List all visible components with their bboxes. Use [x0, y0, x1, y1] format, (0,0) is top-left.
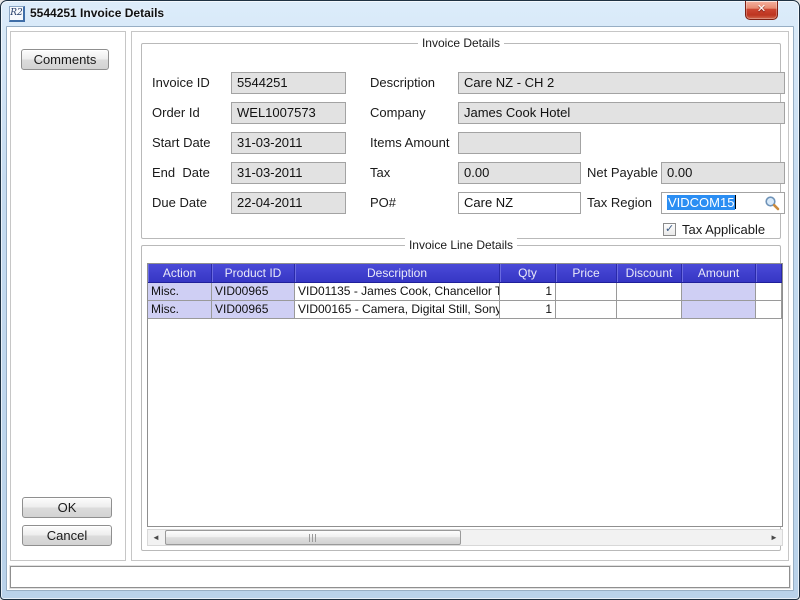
column-header-qty[interactable]: Qty: [500, 264, 556, 282]
comments-button[interactable]: Comments: [21, 49, 109, 70]
due-date-field: 22-04-2011: [231, 192, 346, 214]
scroll-left-icon[interactable]: ◄: [148, 530, 164, 545]
cell-discount[interactable]: [617, 283, 682, 301]
start-date-label: Start Date: [152, 132, 230, 154]
invoice-line-details-legend: Invoice Line Details: [405, 238, 517, 252]
cell-extra: [756, 283, 782, 301]
column-header-price[interactable]: Price: [556, 264, 617, 282]
invoice-id-field: 5544251: [231, 72, 346, 94]
dialog-client-area: Comments OK Cancel Invoice Details Invoi…: [6, 26, 794, 591]
titlebar[interactable]: R2 5544251 Invoice Details ✕: [1, 1, 799, 26]
window-title: 5544251 Invoice Details: [30, 1, 164, 26]
ok-button[interactable]: OK: [22, 497, 112, 518]
cell-qty[interactable]: 1: [500, 283, 556, 301]
invoice-details-window: R2 5544251 Invoice Details ✕ Comments OK…: [0, 0, 800, 600]
items-amount-field: [458, 132, 581, 154]
grid-row-2[interactable]: Misc. VID00965 VID00165 - Camera, Digita…: [148, 301, 782, 319]
invoice-line-details-group: Invoice Line Details Action Product ID D…: [141, 245, 781, 551]
due-date-label: Due Date: [152, 192, 230, 214]
end-date-label: End Date: [152, 162, 230, 184]
cell-product-id[interactable]: VID00965: [212, 283, 295, 301]
items-amount-label: Items Amount: [370, 132, 458, 154]
cell-amount[interactable]: [682, 283, 756, 301]
tax-region-selected-text: VIDCOM15: [667, 195, 735, 210]
net-payable-field: 0.00: [661, 162, 785, 184]
tax-region-field[interactable]: VIDCOM15: [661, 192, 785, 214]
cell-qty[interactable]: 1: [500, 301, 556, 319]
description-label: Description: [370, 72, 458, 94]
cancel-button[interactable]: Cancel: [22, 525, 112, 546]
column-header-description[interactable]: Description: [295, 264, 500, 282]
column-header-product-id[interactable]: Product ID: [212, 264, 295, 282]
tax-label: Tax: [370, 162, 458, 184]
app-icon: R2: [9, 6, 25, 22]
end-date-field: 31-03-2011: [231, 162, 346, 184]
tax-region-label: Tax Region: [587, 192, 661, 214]
company-field: James Cook Hotel: [458, 102, 785, 124]
cell-action[interactable]: Misc.: [148, 283, 212, 301]
grid-header-row: Action Product ID Description Qty Price …: [148, 264, 782, 283]
close-button[interactable]: ✕: [745, 1, 778, 20]
cell-description[interactable]: VID01135 - James Cook, Chancellor T...: [295, 283, 500, 301]
column-header-action[interactable]: Action: [148, 264, 212, 282]
net-payable-label: Net Payable: [587, 162, 661, 184]
left-panel: Comments OK Cancel: [10, 31, 126, 561]
cell-amount[interactable]: [682, 301, 756, 319]
invoice-id-label: Invoice ID: [152, 72, 230, 94]
text-caret: [735, 195, 736, 209]
column-header-extra: [756, 264, 782, 282]
po-field[interactable]: Care NZ: [458, 192, 581, 214]
checkmark-icon: ✓: [665, 222, 674, 235]
invoice-details-legend: Invoice Details: [418, 36, 504, 50]
line-items-grid: Action Product ID Description Qty Price …: [147, 263, 783, 527]
scrollbar-thumb[interactable]: [165, 530, 461, 545]
po-label: PO#: [370, 192, 458, 214]
cell-action[interactable]: Misc.: [148, 301, 212, 319]
search-icon[interactable]: [764, 195, 780, 211]
description-field: Care NZ - CH 2: [458, 72, 785, 94]
order-id-label: Order Id: [152, 102, 230, 124]
company-label: Company: [370, 102, 458, 124]
tax-applicable-label: Tax Applicable: [682, 222, 765, 237]
invoice-details-group: Invoice Details Invoice ID 5544251 Order…: [141, 43, 781, 239]
cell-discount[interactable]: [617, 301, 682, 319]
tax-applicable-checkbox[interactable]: ✓: [663, 223, 676, 236]
order-id-field: WEL1007573: [231, 102, 346, 124]
grid-row-1[interactable]: Misc. VID00965 VID01135 - James Cook, Ch…: [148, 283, 782, 301]
start-date-field: 31-03-2011: [231, 132, 346, 154]
column-header-discount[interactable]: Discount: [617, 264, 682, 282]
cell-price[interactable]: [556, 283, 617, 301]
horizontal-scrollbar[interactable]: ◄ ►: [147, 529, 783, 546]
cell-product-id[interactable]: VID00965: [212, 301, 295, 319]
scrollbar-grip: [309, 534, 317, 542]
tax-field: 0.00: [458, 162, 581, 184]
cell-price[interactable]: [556, 301, 617, 319]
column-header-amount[interactable]: Amount: [682, 264, 756, 282]
cell-extra: [756, 301, 782, 319]
main-panel: Invoice Details Invoice ID 5544251 Order…: [131, 31, 789, 561]
cell-description[interactable]: VID00165 - Camera, Digital Still, Sony,.…: [295, 301, 500, 319]
status-bar: [10, 566, 790, 588]
scroll-right-icon[interactable]: ►: [766, 530, 782, 545]
close-icon: ✕: [746, 1, 777, 18]
